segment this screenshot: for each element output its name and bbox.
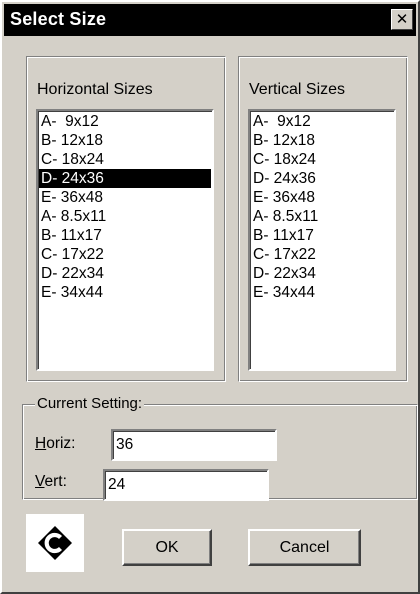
close-icon: ✕	[395, 11, 409, 28]
horiz-input[interactable]: 36	[111, 429, 277, 461]
vertical-list-item[interactable]: A- 8.5x11	[251, 207, 393, 226]
vertical-sizes-label: Vertical Sizes	[249, 81, 346, 98]
horizontal-list-item[interactable]: D- 22x34	[39, 264, 211, 283]
vertical-sizes-list: A- 9x12 B- 12x18 C- 18x24 D- 24x36 E- 36x48 A…	[251, 112, 393, 302]
horizontal-list-item[interactable]: C- 18x24	[39, 150, 211, 169]
cancel-button[interactable]: Cancel	[248, 529, 361, 566]
vert-input[interactable]: 24	[103, 469, 269, 501]
title-bar[interactable]: Select Size ✕	[4, 4, 416, 36]
horizontal-sizes-group: Horizontal Sizes A- 9x12 B- 12x18 C- 18x24…	[26, 56, 226, 382]
vertical-sizes-group: Vertical Sizes A- 9x12 B- 12x18 C- 18x24 D-…	[238, 56, 408, 382]
horizontal-list-item[interactable]: B- 11x17	[39, 226, 211, 245]
vert-label: Vert:	[35, 473, 67, 490]
vertical-list-item[interactable]: E- 34x44	[251, 283, 393, 302]
vertical-list-item[interactable]: A- 9x12	[251, 112, 393, 131]
horizontal-sizes-label: Horizontal Sizes	[37, 81, 153, 98]
vertical-list-item[interactable]: D- 22x34	[251, 264, 393, 283]
horizontal-list-item[interactable]: A- 9x12	[39, 112, 211, 131]
horizontal-sizes-listbox[interactable]: A- 9x12 B- 12x18 C- 18x24 D- 24x36 E- 36x48 A…	[36, 109, 214, 371]
current-setting-legend: Current Setting:	[35, 395, 145, 412]
vertical-list-item[interactable]: D- 24x36	[251, 169, 393, 188]
horizontal-list-item[interactable]: D- 24x36	[39, 169, 211, 188]
vertical-list-item[interactable]: B- 12x18	[251, 131, 393, 150]
horizontal-list-item[interactable]: E- 36x48	[39, 188, 211, 207]
vertical-list-item[interactable]: E- 36x48	[251, 188, 393, 207]
vertical-list-item[interactable]: B- 11x17	[251, 226, 393, 245]
ok-button[interactable]: OK	[122, 529, 212, 566]
horiz-label: Horiz:	[35, 435, 76, 452]
close-button[interactable]: ✕	[391, 9, 413, 30]
cancel-button-label: Cancel	[279, 539, 330, 556]
vertical-list-item[interactable]: C- 17x22	[251, 245, 393, 264]
select-size-dialog: Select Size ✕ Horizontal Sizes A- 9x12 B-…	[0, 0, 420, 594]
horizontal-list-item[interactable]: E- 34x44	[39, 283, 211, 302]
horizontal-list-item[interactable]: A- 8.5x11	[39, 207, 211, 226]
horizontal-sizes-list: A- 9x12 B- 12x18 C- 18x24 D- 24x36 E- 36x48 A…	[39, 112, 211, 302]
vertical-list-item[interactable]: C- 18x24	[251, 150, 393, 169]
current-setting-group: Current Setting: Horiz: 36 Vert: 24	[22, 395, 418, 501]
c-diamond-logo-icon	[26, 514, 84, 572]
vertical-sizes-listbox[interactable]: A- 9x12 B- 12x18 C- 18x24 D- 24x36 E- 36x48 A…	[248, 109, 396, 371]
horizontal-list-item[interactable]: B- 12x18	[39, 131, 211, 150]
horizontal-list-item[interactable]: C- 17x22	[39, 245, 211, 264]
ok-button-label: OK	[155, 539, 179, 556]
dialog-title: Select Size	[10, 9, 107, 29]
